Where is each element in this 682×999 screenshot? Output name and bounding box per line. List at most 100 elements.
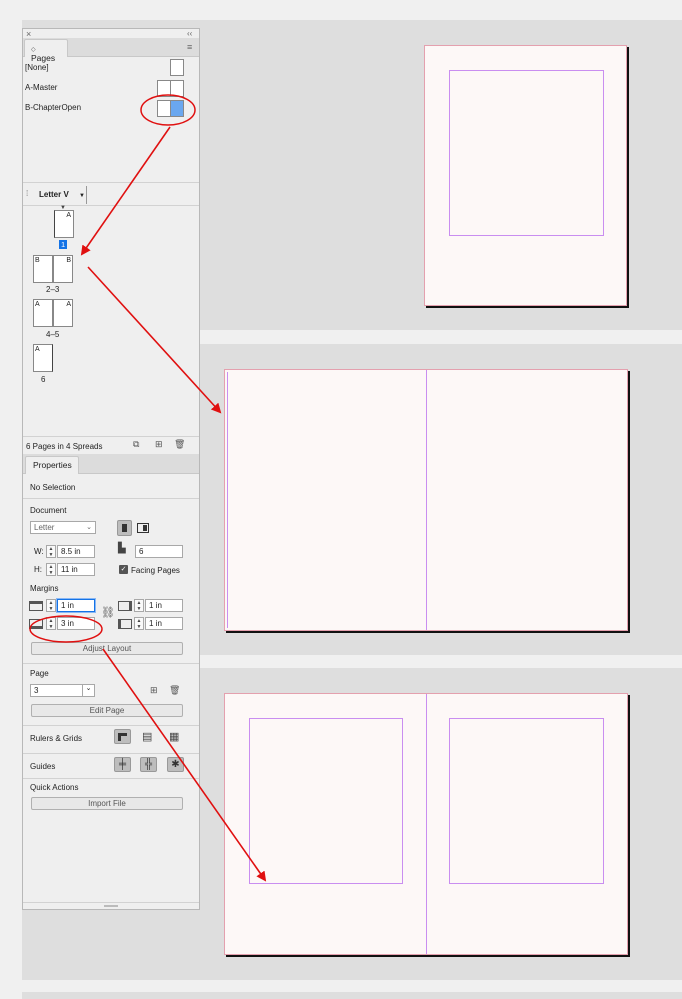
add-page-icon[interactable]: ⊞ <box>150 685 158 696</box>
divider <box>23 498 199 499</box>
pages-count-input[interactable]: 6 <box>135 545 183 558</box>
master-thumb-b-right <box>170 100 184 117</box>
margin-bottom-stepper[interactable]: ▲ ▼ <box>46 617 56 630</box>
margin-bottom-icon <box>29 619 43 629</box>
master-thumb-none <box>170 59 184 76</box>
edit-page-size-icon[interactable]: ⧉ <box>133 439 139 450</box>
show-guides-icon[interactable]: ╪ <box>114 757 131 772</box>
panel-menu-icon[interactable]: ≡ <box>187 42 192 52</box>
height-label: H: <box>34 565 42 574</box>
preset-value: Letter <box>34 523 55 532</box>
page-prefix: B <box>66 257 71 264</box>
page-label-1[interactable]: 1 <box>59 240 68 249</box>
page-thumb-4[interactable]: A <box>33 299 53 327</box>
divider <box>23 778 199 779</box>
page-thumb-2[interactable]: B <box>33 255 53 283</box>
margins-heading: Margins <box>30 584 59 593</box>
width-label: W: <box>34 547 44 556</box>
spread-fold <box>426 370 427 630</box>
divider <box>23 663 199 664</box>
adjust-layout-button[interactable]: Adjust Layout <box>31 642 183 655</box>
divider <box>23 725 199 726</box>
margin-guide-left <box>249 718 403 884</box>
master-thumb-b-left <box>157 100 171 117</box>
page-thumb-3[interactable]: B <box>53 255 73 283</box>
spread-band-4 <box>22 992 682 999</box>
landscape-orientation-icon[interactable] <box>137 523 149 533</box>
panel-resize-grip[interactable] <box>104 905 118 907</box>
spread-fold <box>426 694 427 954</box>
page-prefix: B <box>35 257 40 264</box>
page-prefix: A <box>35 301 40 308</box>
facing-pages-label: Facing Pages <box>131 566 180 575</box>
master-item-a[interactable]: A-Master <box>25 83 57 92</box>
collapse-icon[interactable]: ‹‹ <box>187 29 192 38</box>
master-item-b[interactable]: B-ChapterOpen <box>25 103 81 112</box>
rulers-grids-label: Rulers & Grids <box>30 734 83 743</box>
edit-page-button[interactable]: Edit Page <box>31 704 183 717</box>
page-label-2-3[interactable]: 2–3 <box>46 285 59 294</box>
tab-pages[interactable]: ◇ Pages <box>24 39 68 63</box>
master-thumb-a-left <box>157 80 171 97</box>
link-margins-icon[interactable]: ⛓ <box>101 606 115 619</box>
page-size-menu[interactable]: Letter V ▼ <box>39 190 85 199</box>
smart-guides-icon[interactable]: ✱ <box>167 757 184 772</box>
page-thumb-6[interactable]: A <box>33 344 53 372</box>
chevron-down-icon: ⌄ <box>82 684 94 697</box>
spread-4-5[interactable] <box>224 693 628 955</box>
page-prefix: A <box>66 301 71 308</box>
margin-top-stepper[interactable]: ▲ ▼ <box>46 599 56 612</box>
chevron-down-icon: ⌄ <box>86 524 92 531</box>
pages-count-icon: ▙ <box>118 543 126 554</box>
selection-status: No Selection <box>30 483 76 492</box>
import-file-button[interactable]: Import File <box>31 797 183 810</box>
page-thumb-1[interactable]: A <box>54 210 74 238</box>
document-heading: Document <box>30 506 67 515</box>
divider <box>23 205 199 206</box>
margin-outside-stepper[interactable]: ▲ ▼ <box>134 617 144 630</box>
baseline-grid-icon[interactable]: ▤ <box>142 730 152 743</box>
width-input[interactable]: 8.5 in <box>57 545 95 558</box>
divider-vertical <box>86 186 87 204</box>
master-item-none[interactable]: [None] <box>25 63 49 72</box>
quick-actions-label: Quick Actions <box>30 783 79 792</box>
document-preset-select[interactable]: Letter ⌄ <box>30 521 96 534</box>
guides-label: Guides <box>30 762 56 771</box>
chevron-down-icon: ▼ <box>79 193 85 199</box>
margin-inside-icon <box>118 601 132 611</box>
panels-dock: × ‹‹ ◇ Pages ≡ [None] A-Master B-Chapter… <box>22 28 200 910</box>
facing-pages-checkbox[interactable]: ✓ <box>119 565 128 574</box>
margin-inside-stepper[interactable]: ▲ ▼ <box>134 599 144 612</box>
page-label-4-5[interactable]: 4–5 <box>46 330 59 339</box>
trash-icon[interactable]: 🗑 <box>174 439 185 450</box>
document-grid-icon[interactable]: ▦ <box>169 730 179 743</box>
page-1[interactable] <box>424 45 627 306</box>
page-label-6[interactable]: 6 <box>41 375 45 384</box>
margin-bottom-input[interactable]: 3 in <box>57 617 95 630</box>
width-stepper[interactable]: ▲ ▼ <box>46 545 56 558</box>
lock-guides-icon[interactable]: ╬ <box>140 757 157 772</box>
delete-page-icon[interactable]: 🗑 <box>169 685 180 696</box>
margin-outside-input[interactable]: 1 in <box>145 617 183 630</box>
margin-guide <box>227 372 425 628</box>
page-heading: Page <box>30 669 49 678</box>
divider <box>23 436 199 437</box>
portrait-orientation-icon[interactable] <box>117 520 132 536</box>
page-select-value: 3 <box>34 686 39 695</box>
margin-top-input[interactable]: 1 in <box>57 599 95 612</box>
margin-top-icon <box>29 601 43 611</box>
divider <box>23 182 199 183</box>
tab-properties[interactable]: Properties <box>25 456 79 474</box>
margin-outside-icon <box>118 619 132 629</box>
margin-inside-input[interactable]: 1 in <box>145 599 183 612</box>
pages-status: 6 Pages in 4 Spreads <box>26 442 103 451</box>
page-thumb-5[interactable]: A <box>53 299 73 327</box>
margin-guide-right <box>449 718 604 884</box>
height-stepper[interactable]: ▲ ▼ <box>46 563 56 576</box>
rulers-icon[interactable] <box>114 729 131 744</box>
drag-grip-icon[interactable]: ⁞ <box>26 189 28 198</box>
new-page-icon[interactable]: ⊞ <box>155 439 163 450</box>
height-input[interactable]: 11 in <box>57 563 95 576</box>
page-select[interactable]: 3 ⌄ <box>30 684 95 697</box>
spread-2-3[interactable] <box>224 369 628 631</box>
